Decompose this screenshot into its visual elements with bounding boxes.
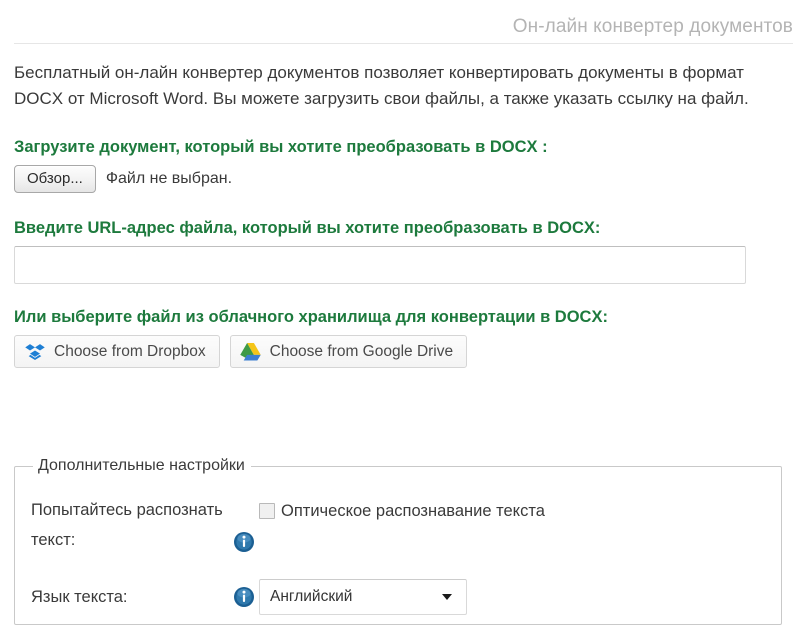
ocr-setting-row: Попытайтесь распознать текст: Оптическое… — [31, 495, 765, 555]
chevron-down-icon — [442, 594, 452, 600]
page-title: Он-лайн конвертер документов — [512, 16, 793, 37]
ocr-checkbox-wrap[interactable]: Оптическое распознавание текста — [259, 495, 545, 523]
url-heading: Введите URL-адрес файла, который вы хоти… — [14, 219, 601, 237]
ocr-checkbox-label[interactable]: Оптическое распознавание текста — [281, 499, 545, 523]
choose-from-google-drive-button[interactable]: Choose from Google Drive — [229, 335, 468, 368]
cloud-heading: Или выберите файл из облачного хранилища… — [14, 308, 608, 326]
ocr-checkbox[interactable] — [259, 503, 275, 519]
upload-heading: Загрузите документ, который вы хотите пр… — [14, 138, 548, 156]
ocr-label: Попытайтесь распознать текст: — [31, 501, 223, 549]
choose-from-dropbox-button[interactable]: Choose from Dropbox — [14, 335, 220, 368]
file-upload-row: Обзор... Файл не выбран. — [14, 165, 793, 193]
language-label: Язык текста: — [31, 588, 128, 606]
ocr-label-cell: Попытайтесь распознать текст: — [31, 495, 259, 555]
url-input[interactable] — [14, 246, 746, 284]
dropbox-icon — [24, 341, 45, 362]
intro-paragraph: Бесплатный он-лайн конвертер документов … — [14, 63, 749, 108]
google-drive-button-label: Choose from Google Drive — [269, 342, 454, 360]
cloud-buttons-row: Choose from Dropbox Choose from Google D… — [14, 335, 793, 368]
language-setting-row: Язык текста: Английский — [31, 579, 765, 615]
file-status-text: Файл не выбран. — [105, 170, 233, 187]
language-info-icon[interactable] — [233, 586, 255, 608]
page-header: Он-лайн конвертер документов — [14, 0, 793, 44]
additional-settings-legend: Дополнительные настройки — [38, 457, 245, 474]
google-drive-icon — [239, 341, 261, 362]
additional-settings-fieldset: Дополнительные настройки Попытайтесь рас… — [14, 457, 782, 625]
page-root: Он-лайн конвертер документов Бесплатный … — [0, 0, 807, 625]
ocr-info-icon[interactable] — [233, 531, 255, 553]
language-select[interactable]: Английский — [259, 579, 467, 615]
dropbox-button-label: Choose from Dropbox — [54, 342, 206, 360]
browse-button[interactable]: Обзор... — [14, 165, 96, 193]
language-label-cell: Язык текста: — [31, 582, 259, 612]
language-select-value: Английский — [270, 588, 353, 605]
